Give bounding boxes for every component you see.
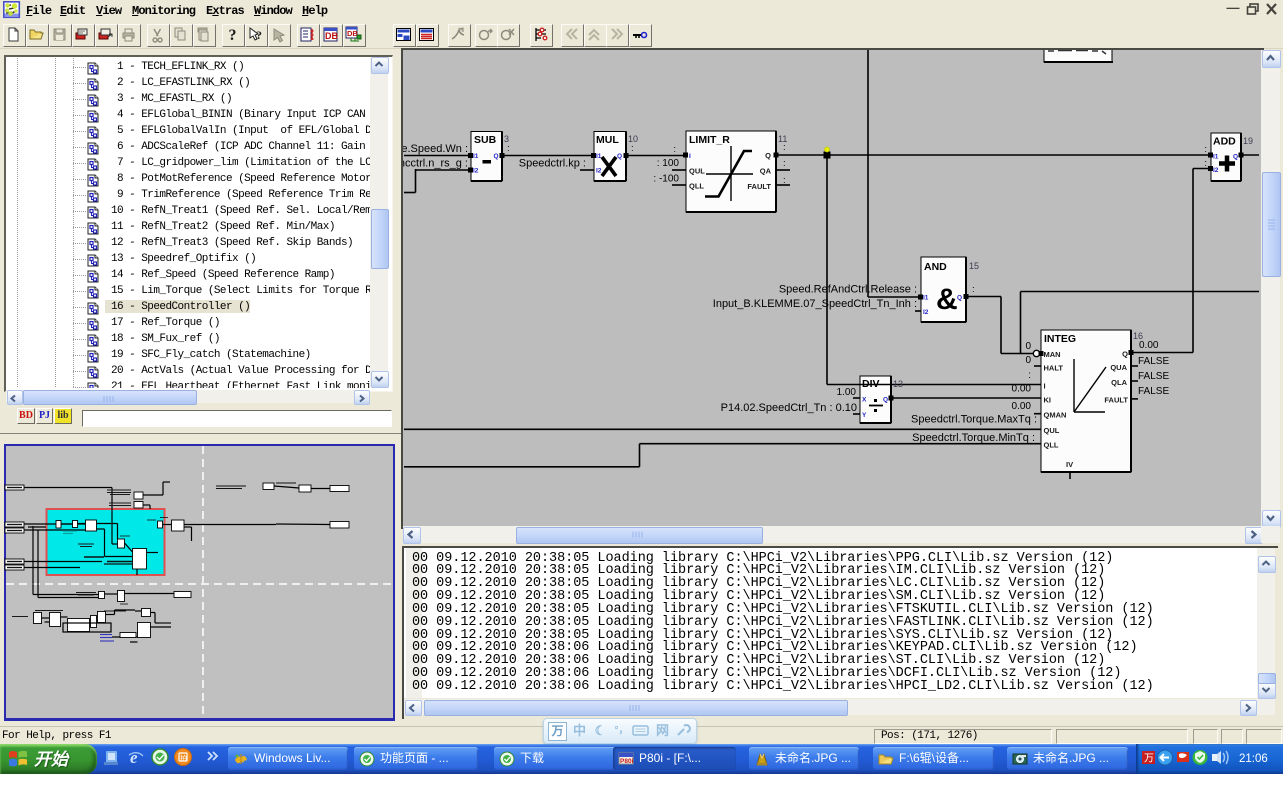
svg-text:QUA: QUA [1110,363,1127,372]
svg-text:e: e [130,748,138,767]
svg-text:KI: KI [1044,396,1052,405]
svg-text:P80i: P80i [620,758,634,765]
svg-text:拍: 拍 [180,754,187,763]
svg-text:QLA: QLA [1111,378,1127,387]
svg-text:?: ? [256,28,262,42]
svg-text::: : [1204,144,1207,155]
svg-text::: : [783,158,786,169]
svg-text::: : [972,284,975,295]
svg-text:I2: I2 [473,168,479,175]
svg-text:Speed.RefAndCtrl.Release :: Speed.RefAndCtrl.Release : [779,284,917,296]
svg-text:I2: I2 [1213,167,1219,174]
svg-text:Q: Q [883,397,888,404]
svg-text:SUB: SUB [474,134,497,146]
svg-text:FALSE: FALSE [1138,356,1169,367]
svg-text:QLL: QLL [689,182,704,191]
svg-text:万: 万 [1144,754,1154,765]
svg-text:IV: IV [1066,460,1073,469]
svg-text:QUL: QUL [689,167,705,176]
svg-text::: : [1028,370,1031,381]
svg-text:Q: Q [1122,350,1128,359]
svg-text:13: 13 [893,379,903,389]
svg-text:MAN: MAN [1044,350,1061,359]
svg-text:I2: I2 [923,309,929,316]
svg-text::: : [631,143,634,154]
svg-text:19: 19 [1243,136,1253,146]
svg-text:: 100: : 100 [657,158,680,169]
svg-text:FALSE: FALSE [1138,386,1169,397]
svg-text:Q: Q [1233,154,1238,161]
svg-text:INTEG: INTEG [1044,333,1076,345]
svg-text:I1: I1 [596,153,602,160]
svg-text:I1: I1 [473,153,479,160]
svg-text:0.00: 0.00 [1139,340,1159,351]
svg-text:HALT: HALT [1044,364,1064,373]
svg-text:MUL: MUL [596,134,619,146]
svg-text::: : [783,142,786,153]
svg-text:0.00: 0.00 [1012,401,1032,412]
svg-text:QLL: QLL [1044,441,1059,450]
svg-text:21:06: 21:06 [1239,753,1268,765]
svg-text:QMAN: QMAN [1044,411,1067,420]
svg-text:15: 15 [969,261,979,271]
svg-text:FALSE: FALSE [1138,371,1169,382]
svg-text:0.00: 0.00 [1012,384,1032,395]
svg-text:&: & [936,283,958,316]
svg-text:0: 0 [1025,355,1031,366]
svg-text:?: ? [229,27,237,43]
svg-text::: : [1204,158,1207,169]
svg-text:Q: Q [957,295,962,302]
svg-text:e.Speed.Wn :: e.Speed.Wn : [403,143,468,155]
svg-text:Q: Q [765,151,771,160]
svg-text:AND: AND [924,261,947,273]
svg-text:1.00: 1.00 [837,387,857,398]
svg-text:P14.02.SpeedCtrl_Tn : 0.10: P14.02.SpeedCtrl_Tn : 0.10 [721,402,857,414]
svg-text:ADD: ADD [1213,136,1236,148]
svg-text:Input_B.KLEMME.07_SpeedCtrl_Tn: Input_B.KLEMME.07_SpeedCtrl_Tn_Inh : [713,298,917,310]
svg-text::: : [783,175,786,186]
svg-text:FAULT: FAULT [1104,396,1128,405]
svg-text:DB: DB [325,31,338,41]
svg-text:I2: I2 [596,168,602,175]
svg-text:I1: I1 [1213,154,1219,161]
svg-text:FAULT: FAULT [747,182,771,191]
svg-text:: -100: : -100 [653,174,679,185]
svg-text:I: I [689,153,691,160]
svg-text:0: 0 [1025,341,1031,352]
svg-text::: : [507,143,510,154]
svg-text:Q: Q [617,153,622,160]
svg-text:I: I [1044,382,1046,391]
svg-text::: : [673,144,676,155]
svg-text:Y: Y [862,412,867,419]
svg-text:Q: Q [493,153,498,160]
svg-text:ncctrl.n_rs_g :: ncctrl.n_rs_g : [403,158,468,170]
svg-text:X: X [862,397,867,404]
svg-text:Speedctrl.kp :: Speedctrl.kp : [519,158,586,170]
svg-text:I1: I1 [923,295,929,302]
svg-text:Speedctrl.Torque.MinTq :: Speedctrl.Torque.MinTq : [912,432,1035,444]
svg-text:QUL: QUL [1044,426,1060,435]
svg-text:Speedctrl.Torque.MaxTq :: Speedctrl.Torque.MaxTq : [911,414,1037,426]
svg-text:LIMIT_R: LIMIT_R [689,134,730,146]
svg-text:QA: QA [760,167,772,176]
